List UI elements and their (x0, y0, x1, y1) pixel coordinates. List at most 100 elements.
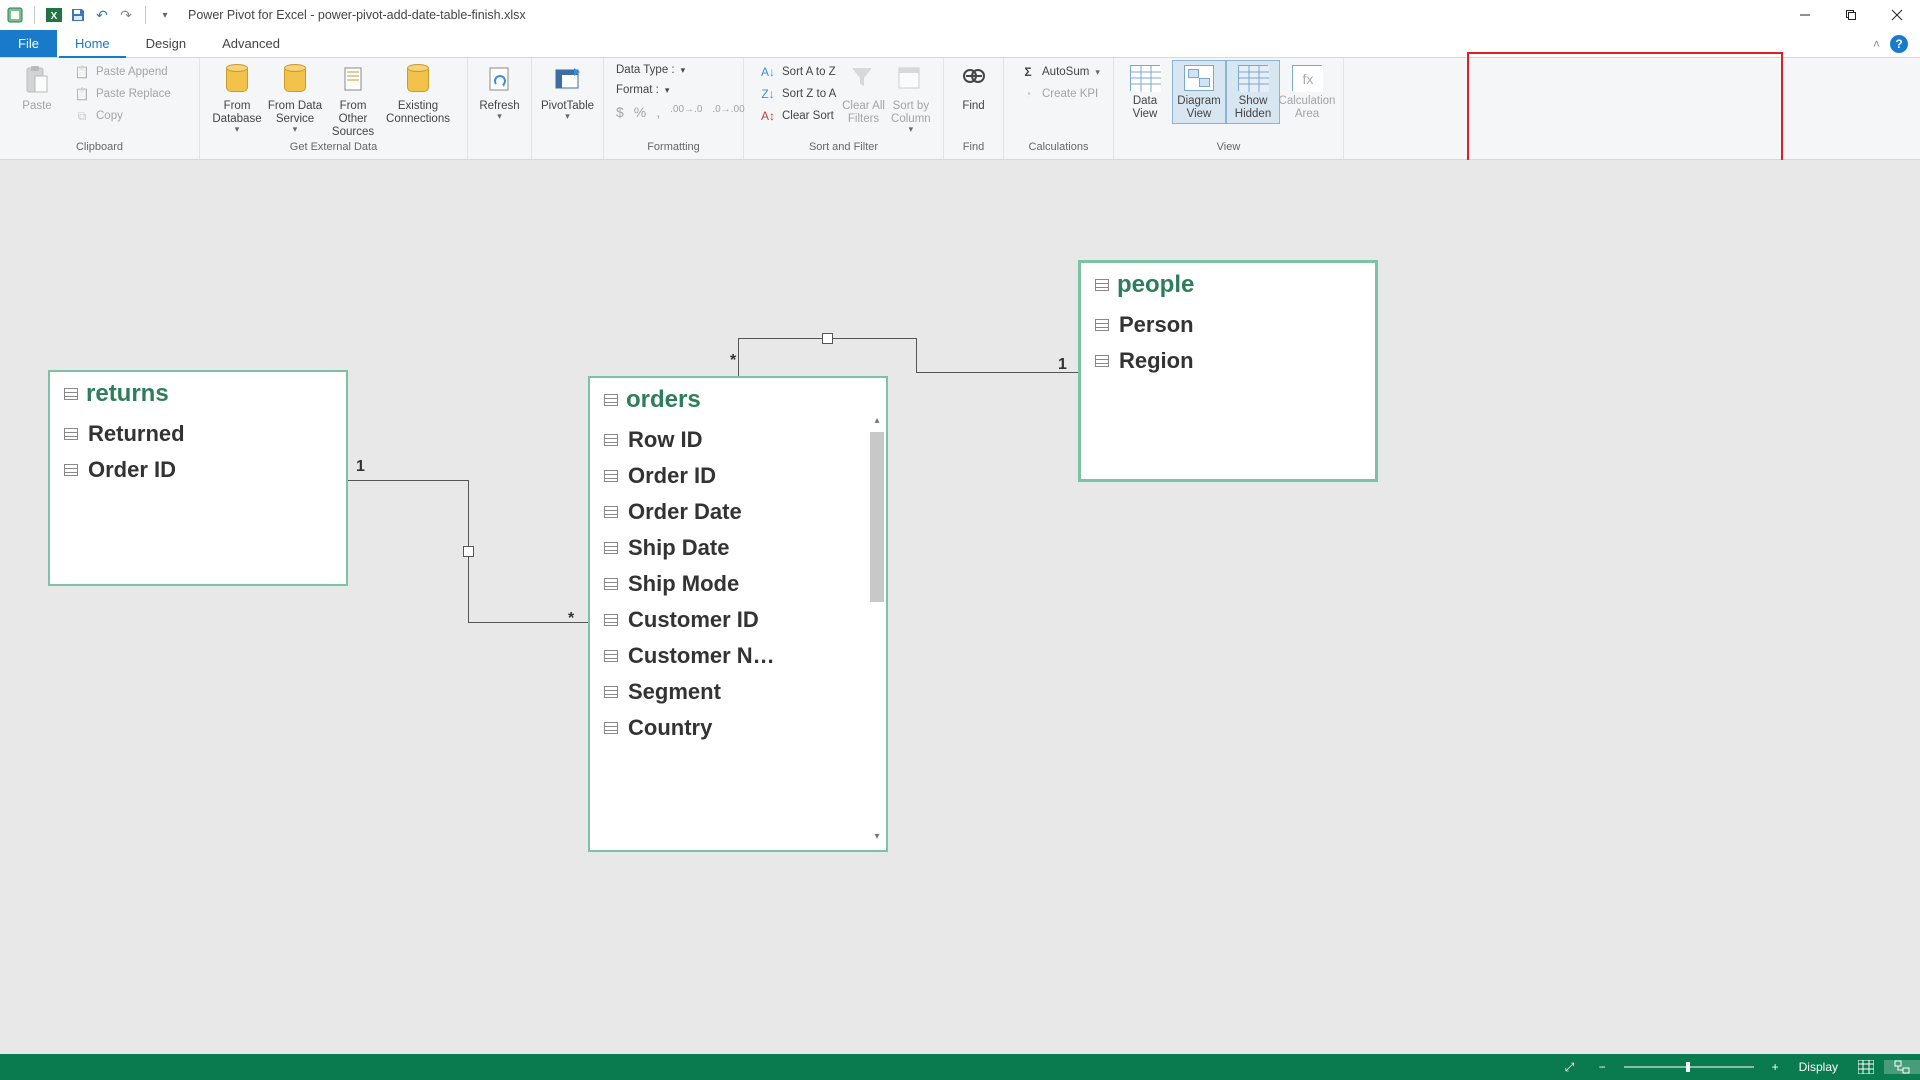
field-region[interactable]: Region (1095, 343, 1361, 379)
table-people[interactable]: people Person Region (1078, 260, 1378, 482)
field-customer-name[interactable]: Customer N… (604, 638, 872, 674)
svg-text:fx: fx (1303, 71, 1314, 87)
tab-home[interactable]: Home (57, 30, 128, 57)
field-returned[interactable]: Returned (64, 416, 332, 452)
refresh-button[interactable]: Refresh▾ (476, 62, 523, 122)
sort-za-icon: Z↓ (760, 86, 776, 102)
data-type-dropdown: Data Type : ▾ (612, 62, 689, 78)
field-segment[interactable]: Segment (604, 674, 872, 710)
scroll-thumb[interactable] (870, 432, 884, 602)
group-sort-filter: Sort and Filter (744, 141, 943, 159)
maximize-button[interactable] (1828, 0, 1874, 30)
sort-za-button[interactable]: Z↓Sort Z to A (756, 84, 840, 104)
minimize-button[interactable] (1782, 0, 1828, 30)
group-view: View (1114, 141, 1343, 159)
qat-dropdown-icon[interactable]: ▾ (156, 6, 174, 24)
calculation-area-button: fxCalculation Area (1280, 60, 1334, 124)
existing-connections-button[interactable]: Existing Connections (382, 62, 454, 126)
from-data-service-button[interactable]: From Data Service▾ (266, 62, 324, 135)
currency-icon: $ (616, 104, 624, 120)
window-title: Power Pivot for Excel - power-pivot-add-… (188, 8, 526, 22)
sigma-icon: Σ (1020, 64, 1036, 80)
autosum-button[interactable]: ΣAutoSum ▾ (1016, 62, 1104, 82)
diagram-view-icon[interactable] (1884, 1060, 1920, 1074)
rel-returns-orders[interactable] (348, 480, 468, 481)
close-button[interactable] (1874, 0, 1920, 30)
from-other-sources-button[interactable]: From Other Sources (324, 62, 382, 140)
field-order-date[interactable]: Order Date (604, 494, 872, 530)
sort-az-icon: A↓ (760, 64, 776, 80)
display-label: Display (1789, 1060, 1848, 1074)
from-database-button[interactable]: From Database▾ (208, 62, 266, 135)
rel-many-label: * (730, 352, 736, 370)
group-find: Find (944, 141, 1003, 159)
app-icon (6, 6, 24, 24)
diagram-view-button[interactable]: Diagram View (1172, 60, 1226, 124)
sort-by-column-button: Sort by Column▾ (887, 62, 935, 135)
table-returns-title: returns (86, 380, 169, 408)
sort-az-button[interactable]: A↓Sort A to Z (756, 62, 840, 82)
percent-icon: % (634, 104, 646, 120)
group-calculations: Calculations (1004, 141, 1113, 159)
rel-many-label: * (568, 610, 574, 628)
table-icon (64, 388, 78, 400)
undo-icon[interactable]: ↶ (93, 6, 111, 24)
excel-icon[interactable]: X (45, 6, 63, 24)
group-external-data: Get External Data (200, 141, 467, 159)
find-button[interactable]: Find (952, 62, 995, 113)
decrease-decimal-icon: .0→.00 (712, 104, 744, 120)
table-people-title: people (1117, 271, 1194, 299)
clear-sort-button[interactable]: A↕Clear Sort (756, 106, 840, 126)
field-ship-date[interactable]: Ship Date (604, 530, 872, 566)
rel-arrow-icon (463, 546, 474, 557)
table-icon (1095, 279, 1109, 291)
zoom-in-button[interactable]: + (1762, 1060, 1789, 1074)
help-icon[interactable]: ? (1890, 35, 1908, 53)
rel-arrow-icon (822, 333, 833, 344)
rel-orders-people[interactable] (738, 338, 739, 376)
group-formatting: Formatting (604, 141, 743, 159)
pivottable-button[interactable]: PivotTable▾ (540, 62, 595, 122)
field-order-id[interactable]: Order ID (64, 452, 332, 488)
paste-button: Paste (8, 62, 66, 113)
table-orders[interactable]: orders Row ID Order ID Order Date Ship D… (588, 376, 888, 852)
svg-text:X: X (51, 11, 58, 22)
field-order-id[interactable]: Order ID (604, 458, 872, 494)
clear-sort-icon: A↕ (760, 108, 776, 124)
field-ship-mode[interactable]: Ship Mode (604, 566, 872, 602)
orders-scrollbar[interactable]: ▴ ▾ (870, 414, 884, 844)
ribbon: Paste 📋Paste Append 📋Paste Replace ⧉Copy… (0, 58, 1920, 160)
collapse-ribbon-icon[interactable]: ˄ (1873, 37, 1880, 51)
increase-decimal-icon: .00→.0 (670, 104, 702, 120)
paste-label: Paste (22, 100, 51, 113)
table-orders-title: orders (626, 386, 701, 414)
data-view-button[interactable]: Data View (1118, 60, 1172, 124)
rel-one-label: 1 (1058, 356, 1067, 374)
status-bar: ⤢ − + Display (0, 1054, 1920, 1080)
field-customer-id[interactable]: Customer ID (604, 602, 872, 638)
field-country[interactable]: Country (604, 710, 872, 746)
rel-one-label: 1 (356, 458, 365, 476)
group-clipboard: Clipboard (0, 141, 199, 159)
tab-design[interactable]: Design (128, 30, 204, 57)
tab-file[interactable]: File (0, 30, 57, 57)
comma-icon: , (656, 104, 660, 120)
show-hidden-button[interactable]: Show Hidden (1226, 60, 1280, 124)
fit-to-screen-button[interactable]: ⤢ (1551, 1058, 1589, 1076)
field-row-id[interactable]: Row ID (604, 422, 872, 458)
redo-icon[interactable]: ↷ (117, 6, 135, 24)
copy-button: ⧉Copy (70, 106, 175, 126)
field-person[interactable]: Person (1095, 307, 1361, 343)
grid-view-icon[interactable] (1848, 1060, 1884, 1074)
save-icon[interactable] (69, 6, 87, 24)
table-returns[interactable]: returns Returned Order ID (48, 370, 348, 586)
scroll-up-icon[interactable]: ▴ (870, 414, 884, 428)
zoom-slider[interactable] (1624, 1066, 1754, 1068)
diagram-canvas[interactable]: returns Returned Order ID orders Row ID … (0, 160, 1920, 1054)
table-icon (604, 394, 618, 406)
scroll-down-icon[interactable]: ▾ (870, 830, 884, 844)
zoom-out-button[interactable]: − (1589, 1060, 1616, 1074)
tab-advanced[interactable]: Advanced (204, 30, 298, 57)
paste-append-button: 📋Paste Append (70, 62, 175, 82)
format-dropdown: Format : ▾ (612, 82, 673, 98)
